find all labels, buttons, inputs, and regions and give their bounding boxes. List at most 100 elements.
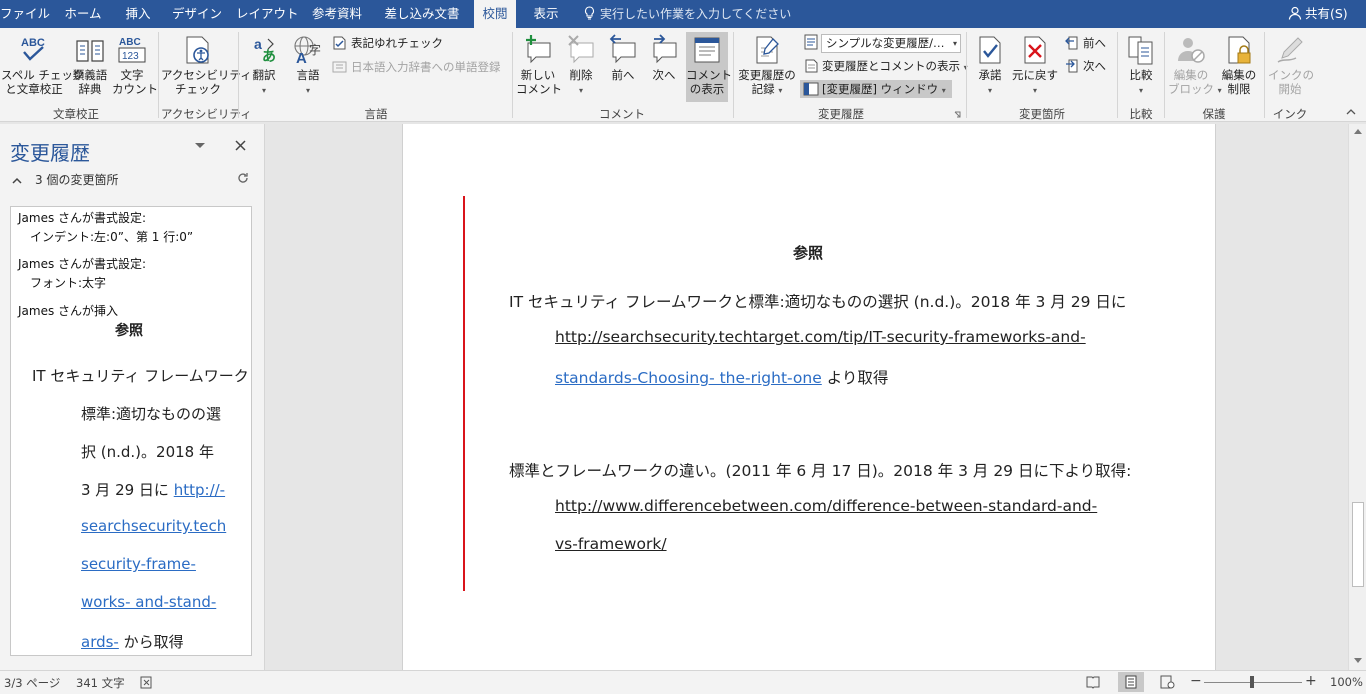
previous-comment-label: 前へ: [611, 68, 635, 82]
accept-button[interactable]: 承諾 ▾: [972, 34, 1008, 98]
revision-link[interactable]: http://-: [174, 481, 225, 499]
show-comments-button[interactable]: コメント の表示: [686, 32, 732, 102]
tell-me-box[interactable]: 実行したい作業を入力してください: [584, 5, 791, 23]
previous-change-button[interactable]: 前へ: [1064, 34, 1106, 52]
reference-2-link[interactable]: http://www.differencebetween.com/differe…: [555, 497, 1097, 515]
word-count-indicator[interactable]: 341 文字: [76, 675, 125, 691]
status-bar: 3/3 ページ 341 文字 − + 100%: [0, 670, 1366, 694]
track-changes-line2: 記録: [751, 82, 775, 96]
svg-text:ABC: ABC: [119, 37, 141, 48]
show-markup-button[interactable]: 変更履歴とコメントの表示 ▾: [803, 57, 968, 75]
next-comment-icon: [653, 34, 677, 64]
revision-link[interactable]: works- and-stand-: [81, 593, 216, 611]
markup-view-value: シンプルな変更履歴/…: [826, 36, 945, 50]
revision-link[interactable]: security-frame-: [81, 555, 196, 573]
language-button[interactable]: A字 言語 ▾: [288, 34, 328, 98]
reference-2-link-2[interactable]: vs-framework/: [555, 535, 667, 553]
pane-options-icon[interactable]: [194, 142, 206, 150]
reference-1-link-2[interactable]: standards-Choosing- the-right-one: [555, 369, 822, 387]
tab-references[interactable]: 参考資料: [304, 0, 370, 28]
block-authors-line1: 編集の: [1173, 68, 1209, 82]
show-markup-icon: [805, 59, 818, 73]
compare-button[interactable]: 比較 ▾: [1122, 34, 1160, 98]
start-inking-button[interactable]: インクの 開始: [1268, 34, 1314, 96]
reject-label: 元に戻す: [1012, 68, 1058, 82]
thesaurus-button[interactable]: 類義語 辞典: [70, 34, 110, 96]
dialog-launcher-icon[interactable]: [954, 111, 962, 119]
revision-author-2[interactable]: James さんが書式設定:: [18, 255, 146, 273]
revision-author-1[interactable]: James さんが書式設定:: [18, 209, 146, 227]
revision-link[interactable]: ards-: [81, 633, 119, 651]
close-icon[interactable]: [234, 139, 247, 152]
restrict-editing-line1: 編集の: [1221, 68, 1257, 82]
proofing-status-icon[interactable]: [140, 676, 154, 689]
track-changes-icon: [756, 36, 779, 64]
revision-link[interactable]: searchsecurity.tech: [81, 517, 226, 535]
accept-label: 承諾: [978, 68, 1002, 82]
revision-inserted-line: ards- から取得: [81, 631, 184, 652]
ime-dictionary-button[interactable]: 日本語入力辞書への単語登録: [332, 58, 501, 76]
dictionary-icon: [332, 61, 347, 73]
block-authors-icon: [1178, 38, 1205, 63]
group-separator: [158, 32, 159, 118]
reviewing-pane-icon: [803, 82, 819, 96]
revision-inserted-heading: 参照: [115, 323, 143, 339]
revision-inserted-line: 標準:適切なものの選: [81, 405, 222, 423]
delete-comment-button[interactable]: 削除 ▾: [562, 34, 600, 98]
next-comment-button[interactable]: 次へ: [645, 34, 683, 82]
vertical-scrollbar[interactable]: [1348, 124, 1366, 670]
refresh-icon[interactable]: [237, 172, 249, 184]
zoom-level[interactable]: 100%: [1330, 675, 1363, 689]
tab-insert[interactable]: 挿入: [118, 0, 158, 28]
group-label-ink: インク: [1272, 107, 1308, 121]
translate-button[interactable]: aあ 翻訳 ▾: [244, 34, 284, 98]
track-changes-button[interactable]: 変更履歴の 記録 ▾: [736, 34, 798, 98]
next-change-button[interactable]: 次へ: [1064, 57, 1106, 75]
revision-detail-2: フォント:太字: [30, 276, 107, 290]
tab-file[interactable]: ファイル: [0, 0, 50, 28]
chevron-down-icon: ▾: [987, 86, 992, 95]
reject-button[interactable]: 元に戻す ▾: [1012, 34, 1058, 98]
share-button[interactable]: 共有(S): [1288, 5, 1348, 23]
svg-text:字: 字: [309, 42, 321, 57]
zoom-in-button[interactable]: +: [1305, 673, 1317, 689]
restrict-editing-button[interactable]: 編集の 制限: [1218, 34, 1260, 96]
zoom-slider-thumb[interactable]: [1250, 676, 1254, 688]
reviewing-pane-button[interactable]: [変更履歴] ウィンドウ ▾: [800, 80, 952, 98]
word-count-button[interactable]: ABC 123 文字 カウント: [112, 34, 158, 96]
tab-mailings[interactable]: 差し込み文書: [380, 0, 464, 28]
word-count-line1: 文字: [120, 68, 144, 82]
document-page[interactable]: 参照 IT セキュリティ フレームワークと標準:適切なものの選択 (n.d.)。…: [402, 124, 1216, 670]
web-layout-icon[interactable]: [1160, 675, 1175, 689]
tab-home[interactable]: ホーム: [60, 0, 106, 28]
revision-list[interactable]: James さんが書式設定: インデント:左:0”、第 1 行:0” James…: [10, 206, 252, 656]
tab-layout[interactable]: レイアウト: [236, 0, 299, 28]
block-authors-button[interactable]: 編集の ブロック ▾: [1168, 34, 1222, 98]
chevron-up-icon[interactable]: [12, 177, 22, 185]
accessibility-line2: チェック: [175, 82, 221, 96]
tab-view[interactable]: 表示: [526, 0, 566, 28]
scroll-up-icon[interactable]: [1353, 127, 1363, 135]
markup-view-dropdown[interactable]: シンプルな変更履歴/… ▾: [821, 34, 961, 53]
lock-document-icon: [1228, 36, 1251, 64]
reference-1-link[interactable]: http://searchsecurity.techtarget.com/tip…: [555, 328, 1086, 346]
read-mode-icon[interactable]: [1086, 675, 1100, 689]
tab-design[interactable]: デザイン: [168, 0, 226, 28]
revision-author-3[interactable]: James さんが挿入: [18, 302, 118, 320]
group-label-language: 言語: [364, 107, 388, 121]
tab-review[interactable]: 校閲: [474, 0, 516, 28]
page-indicator[interactable]: 3/3 ページ: [4, 675, 60, 691]
scroll-thumb[interactable]: [1352, 502, 1364, 587]
start-inking-line2: 開始: [1278, 82, 1302, 96]
collapse-ribbon-icon[interactable]: [1346, 108, 1356, 116]
consistency-check-button[interactable]: 表記ゆれチェック: [332, 34, 443, 52]
person-icon: [1288, 6, 1302, 20]
zoom-out-button[interactable]: −: [1190, 673, 1202, 689]
accessibility-check-button[interactable]: アクセシビリティ チェック: [161, 34, 252, 96]
new-comment-button[interactable]: 新しい コメント: [516, 34, 562, 96]
reference-1-text: IT セキュリティ フレームワークと標準:適切なものの選択 (n.d.)。201…: [509, 293, 1127, 311]
new-comment-line2: コメント: [516, 82, 562, 96]
previous-comment-button[interactable]: 前へ: [604, 34, 642, 82]
scroll-down-icon[interactable]: [1353, 657, 1363, 665]
spelling-grammar-button[interactable]: ABC スペル チェック と文章校正: [1, 34, 84, 96]
